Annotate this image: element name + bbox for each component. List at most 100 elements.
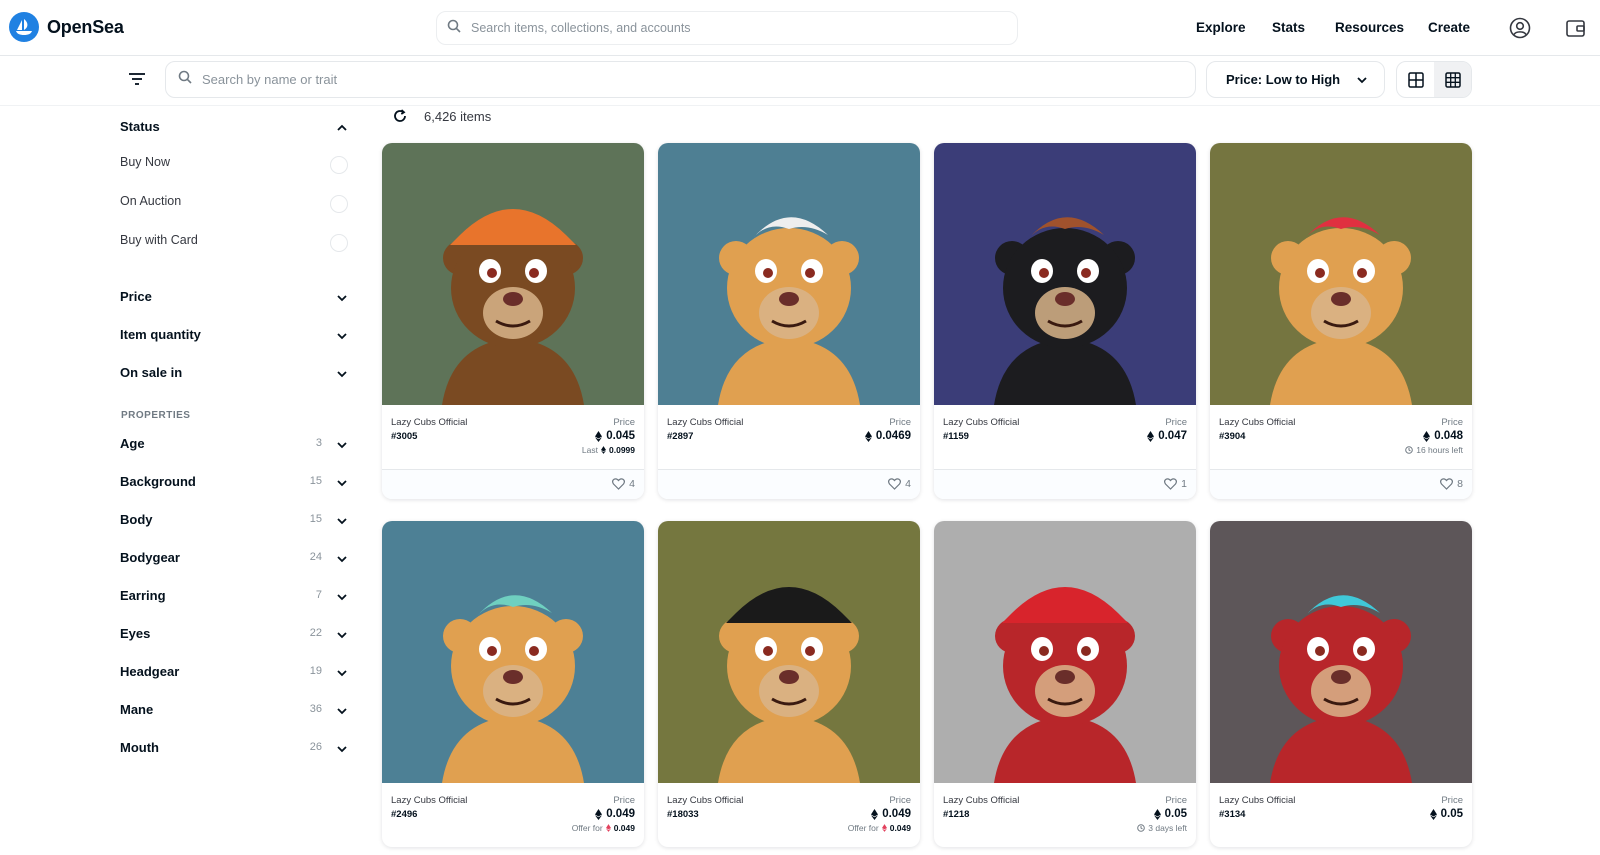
nft-image[interactable] bbox=[658, 143, 920, 405]
on-auction-radio[interactable] bbox=[330, 195, 348, 213]
large-grid-view-button[interactable] bbox=[1397, 62, 1434, 97]
property-filter-background[interactable]: Background 15 bbox=[120, 474, 348, 494]
status-section-title: Status bbox=[120, 119, 160, 134]
filter-toggle-icon[interactable] bbox=[128, 72, 148, 90]
card-info: Lazy Cubs Official #2496 Price 0.049 Offer f… bbox=[382, 783, 644, 847]
status-option-label: Buy with Card bbox=[120, 233, 198, 247]
favorite-button[interactable]: 4 bbox=[612, 478, 635, 490]
chevron-up-icon bbox=[336, 122, 348, 137]
property-count: 3 bbox=[315, 437, 322, 449]
nft-image[interactable] bbox=[382, 143, 644, 405]
nft-artwork-image bbox=[658, 521, 920, 783]
property-name: Headgear bbox=[120, 664, 180, 679]
collection-name[interactable]: Lazy Cubs Official bbox=[943, 795, 1019, 806]
token-id: #3134 bbox=[1219, 809, 1246, 820]
card-footer: 4 bbox=[382, 469, 644, 499]
nft-card[interactable]: Lazy Cubs Official #1159 Price 0.047 1 bbox=[934, 143, 1196, 499]
price-value: 0.05 bbox=[1429, 808, 1463, 820]
collection-name[interactable]: Lazy Cubs Official bbox=[1219, 417, 1295, 428]
property-filter-bodygear[interactable]: Bodygear 24 bbox=[120, 550, 348, 570]
refresh-icon[interactable] bbox=[392, 108, 408, 124]
eth-icon bbox=[1147, 430, 1155, 442]
property-name: Mane bbox=[120, 702, 154, 717]
top-navigation: OpenSea Explore Stats Resources Create bbox=[0, 0, 1600, 56]
nft-card[interactable]: Lazy Cubs Official #3005 Price 0.045 Last 0.0… bbox=[382, 143, 644, 499]
token-id: #1159 bbox=[943, 431, 969, 442]
time-left: 3 days left bbox=[1137, 823, 1187, 833]
trait-search-input[interactable] bbox=[202, 72, 1102, 87]
property-count: 36 bbox=[309, 703, 322, 715]
property-filter-mane[interactable]: Mane 36 bbox=[120, 702, 348, 722]
status-option-buy-now[interactable]: Buy Now bbox=[120, 155, 348, 177]
property-name: Body bbox=[120, 512, 153, 527]
nav-resources-link[interactable]: Resources bbox=[1335, 20, 1404, 35]
large-grid-icon bbox=[1407, 71, 1424, 88]
nft-artwork-image bbox=[1210, 521, 1472, 783]
nft-card[interactable]: Lazy Cubs Official #2496 Price 0.049 Offer f… bbox=[382, 521, 644, 847]
buy-now-radio[interactable] bbox=[330, 156, 348, 174]
collection-name[interactable]: Lazy Cubs Official bbox=[943, 417, 1019, 428]
price-amount: 0.0469 bbox=[875, 430, 911, 442]
nft-image[interactable] bbox=[934, 143, 1196, 405]
favorite-count: 4 bbox=[905, 478, 911, 490]
chevron-down-icon bbox=[336, 629, 348, 644]
buy-with-card-radio[interactable] bbox=[330, 234, 348, 252]
eth-icon bbox=[881, 824, 887, 832]
favorite-button[interactable]: 8 bbox=[1440, 478, 1463, 490]
status-section-header[interactable]: Status bbox=[120, 119, 348, 139]
wallet-icon[interactable] bbox=[1564, 16, 1588, 40]
collection-name[interactable]: Lazy Cubs Official bbox=[391, 795, 467, 806]
collection-name[interactable]: Lazy Cubs Official bbox=[667, 417, 743, 428]
property-filter-headgear[interactable]: Headgear 19 bbox=[120, 664, 348, 684]
nft-image[interactable] bbox=[658, 521, 920, 783]
price-label: Price bbox=[1165, 417, 1187, 428]
item-quantity-section-header[interactable]: Item quantity bbox=[120, 327, 348, 347]
collection-name[interactable]: Lazy Cubs Official bbox=[391, 417, 467, 428]
nft-image[interactable] bbox=[1210, 521, 1472, 783]
collection-name[interactable]: Lazy Cubs Official bbox=[667, 795, 743, 806]
nft-card[interactable]: Lazy Cubs Official #2897 Price 0.0469 4 bbox=[658, 143, 920, 499]
price-label: Price bbox=[613, 795, 635, 806]
property-filter-eyes[interactable]: Eyes 22 bbox=[120, 626, 348, 646]
properties-heading: PROPERTIES bbox=[121, 410, 191, 421]
nav-stats-link[interactable]: Stats bbox=[1272, 20, 1305, 35]
opensea-logo[interactable]: OpenSea bbox=[9, 12, 124, 42]
filter-bar: Price: Low to High bbox=[0, 56, 1600, 106]
nft-card[interactable]: Lazy Cubs Official #3904 Price 0.048 16 hour… bbox=[1210, 143, 1472, 499]
nft-card[interactable]: Lazy Cubs Official #3134 Price 0.05 bbox=[1210, 521, 1472, 847]
status-option-buy-with-card[interactable]: Buy with Card bbox=[120, 233, 348, 255]
nft-card[interactable]: Lazy Cubs Official #1218 Price 0.05 3 days l… bbox=[934, 521, 1196, 847]
small-grid-view-button[interactable] bbox=[1434, 62, 1471, 97]
nav-create-link[interactable]: Create bbox=[1428, 20, 1470, 35]
favorite-button[interactable]: 1 bbox=[1164, 478, 1187, 490]
nav-explore-link[interactable]: Explore bbox=[1196, 20, 1246, 35]
collection-name[interactable]: Lazy Cubs Official bbox=[1219, 795, 1295, 806]
sort-dropdown[interactable]: Price: Low to High bbox=[1206, 61, 1385, 98]
property-filter-earring[interactable]: Earring 7 bbox=[120, 588, 348, 608]
price-value: 0.049 bbox=[595, 808, 635, 820]
on-sale-in-section-header[interactable]: On sale in bbox=[120, 365, 348, 385]
global-search-input[interactable] bbox=[471, 21, 971, 35]
trait-search-box[interactable] bbox=[165, 61, 1196, 98]
status-option-on-auction[interactable]: On Auction bbox=[120, 194, 348, 216]
favorite-button[interactable]: 4 bbox=[888, 478, 911, 490]
price-section-header[interactable]: Price bbox=[120, 289, 348, 309]
property-filter-mouth[interactable]: Mouth 26 bbox=[120, 740, 348, 760]
global-search-box[interactable] bbox=[436, 11, 1018, 45]
section-title: Item quantity bbox=[120, 327, 201, 342]
nft-image[interactable] bbox=[934, 521, 1196, 783]
chevron-down-icon bbox=[336, 368, 348, 383]
property-filter-age[interactable]: Age 3 bbox=[120, 436, 348, 456]
item-count: 6,426 items bbox=[424, 108, 492, 124]
property-count: 7 bbox=[315, 589, 322, 601]
chevron-down-icon bbox=[336, 439, 348, 454]
token-id: #2496 bbox=[391, 809, 418, 820]
nft-image[interactable] bbox=[382, 521, 644, 783]
property-count: 15 bbox=[309, 475, 322, 487]
property-filter-body[interactable]: Body 15 bbox=[120, 512, 348, 532]
nft-card[interactable]: Lazy Cubs Official #18033 Price 0.049 Offer … bbox=[658, 521, 920, 847]
nft-image[interactable] bbox=[1210, 143, 1472, 405]
heart-icon bbox=[888, 478, 902, 490]
price-value: 0.048 bbox=[1423, 430, 1463, 442]
account-icon[interactable] bbox=[1508, 16, 1532, 40]
